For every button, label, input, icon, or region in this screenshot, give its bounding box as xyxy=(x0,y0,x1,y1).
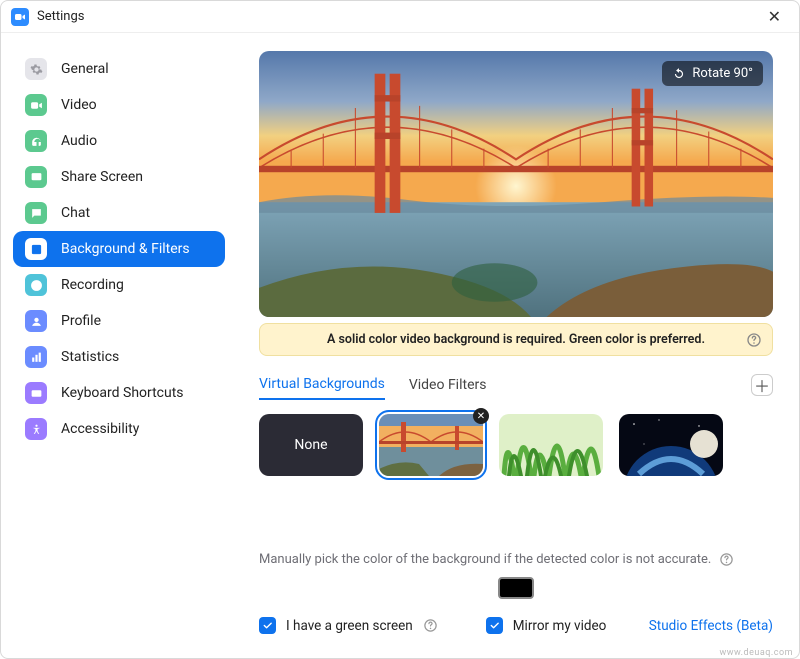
thumbnail-none-label: None xyxy=(294,437,327,453)
sidebar-item-audio[interactable]: Audio xyxy=(13,123,225,159)
tabs: Virtual Backgrounds Video Filters ＋ xyxy=(259,370,773,400)
warning-bar: A solid color video background is requir… xyxy=(259,323,773,356)
sidebar: General Video Audio Share Screen Chat xyxy=(1,33,233,658)
tab-virtual-backgrounds[interactable]: Virtual Backgrounds xyxy=(259,370,385,400)
green-screen-checkbox[interactable] xyxy=(259,617,276,634)
sidebar-item-label: Recording xyxy=(61,277,124,293)
thumbnail-list: None ✕ xyxy=(259,414,773,476)
window-title: Settings xyxy=(37,9,84,24)
sidebar-item-video[interactable]: Video xyxy=(13,87,225,123)
sidebar-item-accessibility[interactable]: Accessibility xyxy=(13,411,225,447)
record-icon xyxy=(25,274,47,296)
share-screen-icon xyxy=(25,166,47,188)
thumbnail-none[interactable]: None xyxy=(259,414,363,476)
sidebar-item-label: Profile xyxy=(61,313,101,329)
app-icon xyxy=(11,8,29,26)
titlebar: Settings ✕ xyxy=(1,1,799,33)
keyboard-icon xyxy=(25,382,47,404)
help-icon[interactable] xyxy=(719,552,734,567)
sidebar-item-general[interactable]: General xyxy=(13,51,225,87)
sidebar-item-label: Share Screen xyxy=(61,169,143,185)
plus-icon: ＋ xyxy=(754,373,770,397)
sidebar-item-statistics[interactable]: Statistics xyxy=(13,339,225,375)
tab-label: Video Filters xyxy=(409,377,487,393)
rotate-label: Rotate 90° xyxy=(692,66,753,81)
thumbnail-bridge-sunset[interactable]: ✕ xyxy=(379,414,483,476)
color-hint-text: Manually pick the color of the backgroun… xyxy=(259,552,711,567)
close-button[interactable]: ✕ xyxy=(760,3,789,30)
sidebar-item-label: Audio xyxy=(61,133,97,149)
delete-thumbnail-button[interactable]: ✕ xyxy=(473,408,489,424)
watermark: www.deuaq.com xyxy=(719,648,793,658)
preview-image xyxy=(259,51,773,317)
content: General Video Audio Share Screen Chat xyxy=(1,33,799,658)
tab-video-filters[interactable]: Video Filters xyxy=(409,371,487,399)
sidebar-item-label: Keyboard Shortcuts xyxy=(61,385,184,401)
color-hint-row: Manually pick the color of the backgroun… xyxy=(259,552,773,567)
mirror-checkbox[interactable] xyxy=(486,617,503,634)
sidebar-item-profile[interactable]: Profile xyxy=(13,303,225,339)
sidebar-item-label: Accessibility xyxy=(61,421,139,437)
headphones-icon xyxy=(25,130,47,152)
green-screen-label: I have a green screen xyxy=(286,618,413,634)
sidebar-item-label: Background & Filters xyxy=(61,241,190,257)
accessibility-icon xyxy=(25,418,47,440)
thumbnail-earth-space[interactable] xyxy=(619,414,723,476)
warning-text: A solid color video background is requir… xyxy=(327,332,705,347)
add-background-button[interactable]: ＋ xyxy=(751,374,773,396)
swatch-row xyxy=(259,577,773,599)
rotate-button[interactable]: Rotate 90° xyxy=(662,61,763,86)
gear-icon xyxy=(25,58,47,80)
sidebar-item-keyboard-shortcuts[interactable]: Keyboard Shortcuts xyxy=(13,375,225,411)
options-row: I have a green screen Mirror my video St… xyxy=(259,617,773,634)
sidebar-item-label: Statistics xyxy=(61,349,119,365)
help-icon[interactable] xyxy=(423,618,438,633)
tab-label: Virtual Backgrounds xyxy=(259,376,385,392)
studio-effects-link[interactable]: Studio Effects (Beta) xyxy=(649,618,773,634)
video-icon xyxy=(25,94,47,116)
background-icon xyxy=(25,238,47,260)
thumbnail-grass[interactable] xyxy=(499,414,603,476)
statistics-icon xyxy=(25,346,47,368)
color-swatch[interactable] xyxy=(498,577,534,599)
main-panel: Rotate 90° A solid color video backgroun… xyxy=(233,33,799,658)
check-icon xyxy=(262,620,273,631)
help-icon[interactable] xyxy=(746,332,762,348)
check-icon xyxy=(489,620,500,631)
mirror-label: Mirror my video xyxy=(513,618,607,634)
video-preview: Rotate 90° xyxy=(259,51,773,317)
chat-icon xyxy=(25,202,47,224)
sidebar-item-share-screen[interactable]: Share Screen xyxy=(13,159,225,195)
sidebar-item-recording[interactable]: Recording xyxy=(13,267,225,303)
sidebar-item-chat[interactable]: Chat xyxy=(13,195,225,231)
sidebar-item-label: Video xyxy=(61,97,97,113)
sidebar-item-background-filters[interactable]: Background & Filters xyxy=(13,231,225,267)
profile-icon xyxy=(25,310,47,332)
sidebar-item-label: Chat xyxy=(61,205,90,221)
sidebar-item-label: General xyxy=(61,61,109,77)
rotate-icon xyxy=(672,67,686,81)
